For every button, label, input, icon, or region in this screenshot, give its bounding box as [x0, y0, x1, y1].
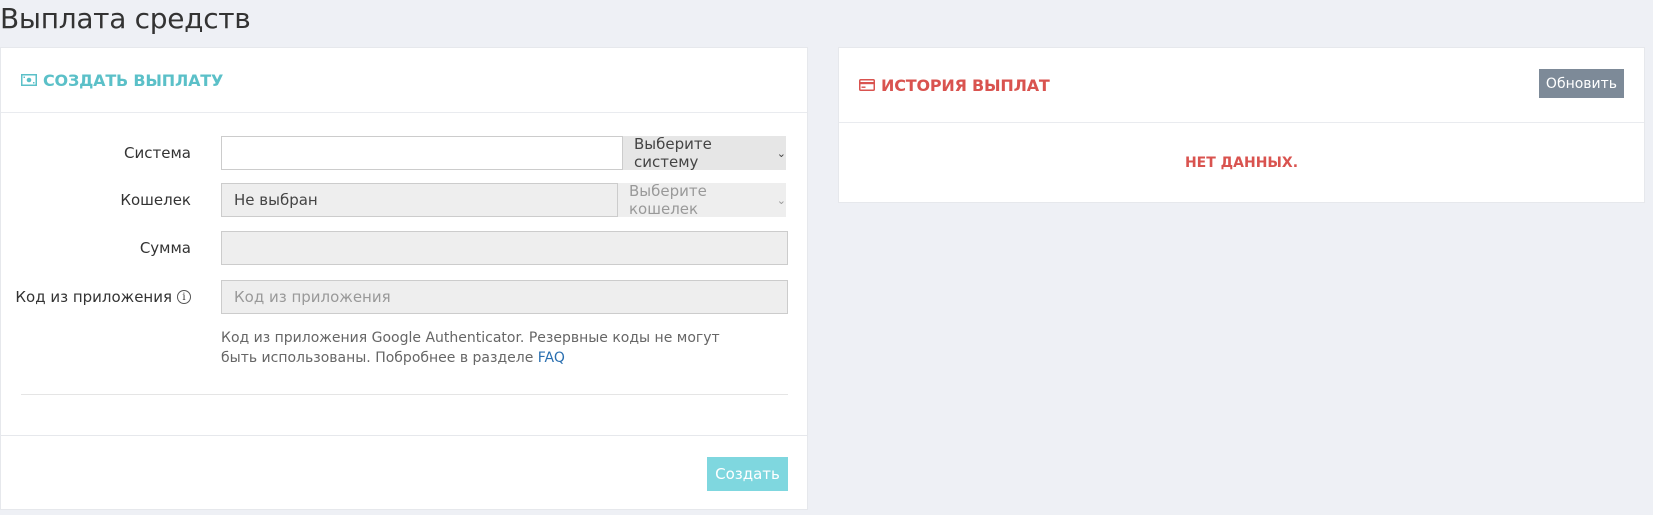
faq-link[interactable]: FAQ: [538, 350, 565, 366]
select-wallet-dropdown[interactable]: Выберите кошелек ⌄: [618, 182, 786, 218]
create-payout-header: СОЗДАТЬ ВЫПЛАТУ: [1, 48, 807, 113]
payout-history-panel: ИСТОРИЯ ВЫПЛАТ Обновить НЕТ ДАННЫХ.: [838, 47, 1645, 203]
amount-row: Сумма: [1, 231, 809, 265]
system-row: Система Выберите систему ⌄: [1, 135, 809, 171]
payout-history-header: ИСТОРИЯ ВЫПЛАТ Обновить: [839, 48, 1644, 123]
code-label-text: Код из приложения: [15, 288, 172, 306]
refresh-button[interactable]: Обновить: [1539, 69, 1624, 98]
create-payout-title: СОЗДАТЬ ВЫПЛАТУ: [43, 70, 224, 90]
code-input[interactable]: Код из приложения: [221, 280, 788, 314]
wallet-row: Кошелек Не выбран Выберите кошелек ⌄: [1, 182, 809, 218]
wallet-input[interactable]: Не выбран: [221, 183, 618, 217]
payout-history-title: ИСТОРИЯ ВЫПЛАТ: [881, 75, 1050, 95]
page-title: Выплата средств: [0, 2, 251, 35]
help-text-body: Код из приложения Google Authenticator. …: [221, 330, 720, 366]
code-row: Код из приложения i Код из приложения: [1, 280, 809, 314]
code-help-text: Код из приложения Google Authenticator. …: [221, 328, 741, 368]
code-label: Код из приложения i: [15, 288, 191, 306]
chevron-down-icon: ⌄: [776, 146, 786, 160]
create-button[interactable]: Создать: [707, 457, 788, 491]
info-icon[interactable]: i: [177, 290, 191, 304]
wallet-label: Кошелек: [120, 191, 191, 209]
footer-divider: [1, 435, 807, 436]
amount-input[interactable]: [221, 231, 788, 265]
amount-label: Сумма: [139, 239, 191, 257]
money-icon: [21, 74, 37, 87]
credit-card-icon: [859, 79, 875, 92]
chevron-down-icon: ⌄: [776, 193, 786, 207]
select-system-label: Выберите систему: [634, 135, 712, 171]
select-wallet-label: Выберите кошелек: [629, 182, 707, 218]
create-payout-panel: СОЗДАТЬ ВЫПЛАТУ Система Выберите систему…: [0, 47, 808, 510]
form-divider: [21, 394, 788, 395]
system-label: Система: [124, 144, 191, 162]
select-system-dropdown[interactable]: Выберите систему ⌄: [623, 135, 786, 171]
system-input[interactable]: [221, 136, 623, 170]
empty-state-text: НЕТ ДАННЫХ.: [1184, 155, 1299, 171]
